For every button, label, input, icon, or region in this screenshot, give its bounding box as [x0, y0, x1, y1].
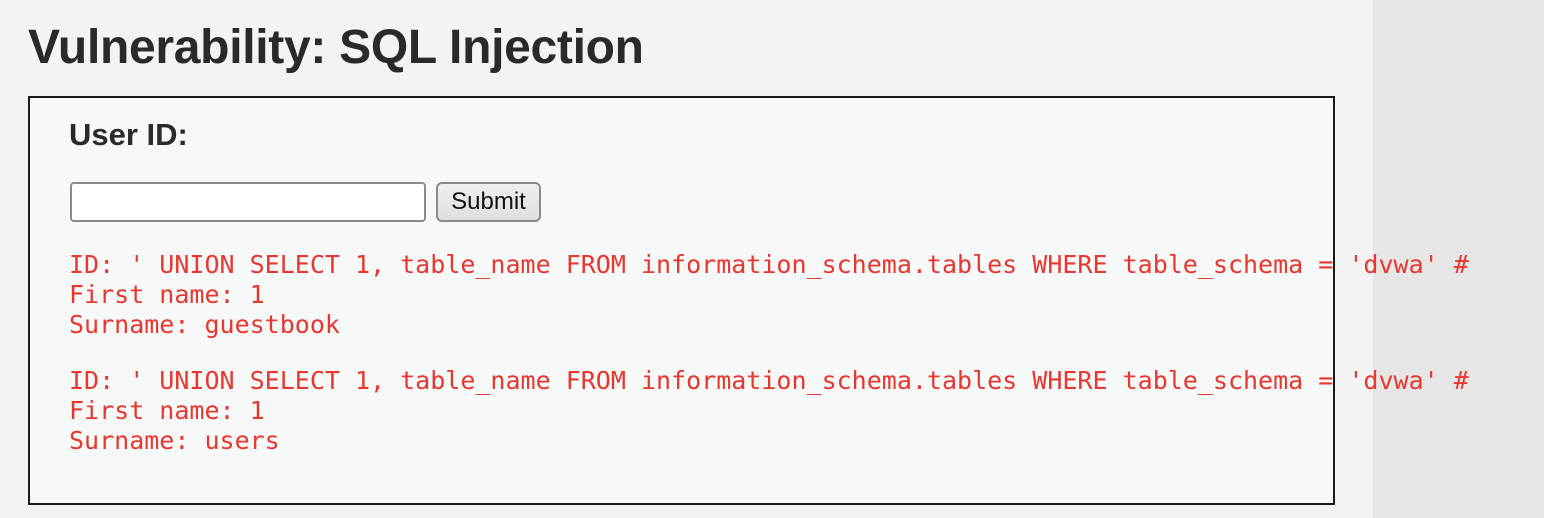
result-id-line: ID: ' UNION SELECT 1, table_name FROM in… [69, 250, 1469, 279]
query-result: ID: ' UNION SELECT 1, table_name FROM in… [69, 250, 1469, 340]
user-id-label: User ID: [69, 117, 188, 152]
result-surname-line: Surname: guestbook [69, 310, 340, 339]
user-id-input[interactable] [70, 182, 426, 222]
submit-button[interactable]: Submit [436, 182, 541, 222]
result-surname-line: Surname: users [69, 426, 280, 455]
result-first-name-line: First name: 1 [69, 280, 265, 309]
result-id-line: ID: ' UNION SELECT 1, table_name FROM in… [69, 366, 1469, 395]
query-result: ID: ' UNION SELECT 1, table_name FROM in… [69, 366, 1469, 456]
page-title: Vulnerability: SQL Injection [28, 21, 644, 74]
result-first-name-line: First name: 1 [69, 396, 265, 425]
